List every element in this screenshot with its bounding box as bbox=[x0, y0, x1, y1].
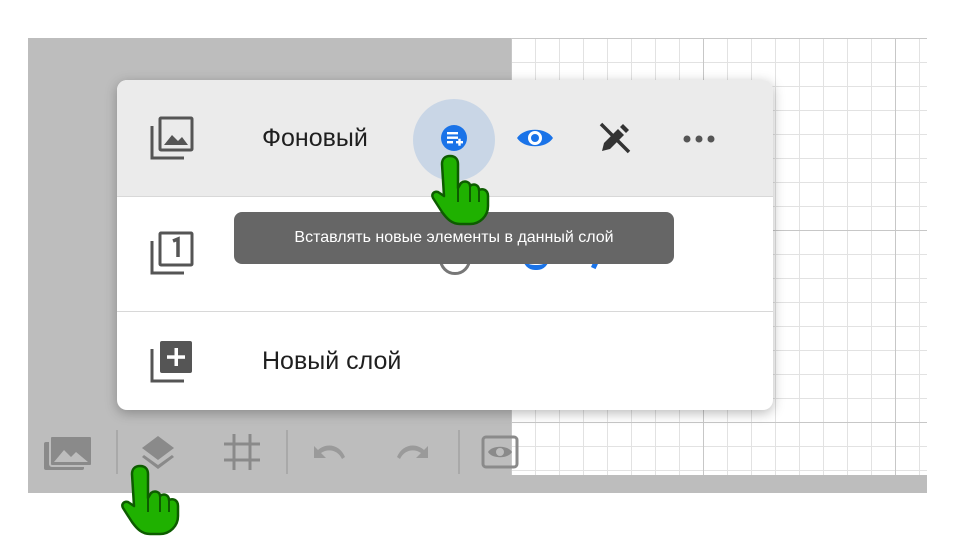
background-layer-icon bbox=[147, 113, 197, 163]
redo-button[interactable] bbox=[394, 434, 434, 474]
redo-icon bbox=[394, 432, 434, 477]
new-layer-label: Новый слой bbox=[262, 347, 402, 375]
lock-edit-icon bbox=[598, 121, 632, 160]
new-layer-row[interactable]: Новый слой bbox=[117, 312, 773, 410]
pointer-hand-icon bbox=[430, 152, 496, 233]
visibility-eye-icon bbox=[515, 124, 555, 157]
undo-button[interactable] bbox=[308, 434, 348, 474]
layer-1-icon bbox=[147, 228, 197, 278]
add-layer-icon bbox=[147, 336, 197, 386]
toolbar-separator bbox=[458, 430, 460, 474]
more-options-button[interactable] bbox=[677, 118, 721, 162]
bottom-toolbar bbox=[28, 420, 519, 493]
toolbar-separator bbox=[116, 430, 118, 474]
backgrounds-button[interactable] bbox=[44, 434, 93, 474]
lock-edit-button[interactable] bbox=[593, 118, 637, 162]
preview-icon bbox=[480, 432, 520, 477]
visibility-button[interactable] bbox=[513, 118, 557, 162]
toolbar-separator bbox=[286, 430, 288, 474]
backgrounds-icon bbox=[42, 432, 94, 477]
layer-name: Фоновый bbox=[262, 124, 368, 152]
grid-button[interactable] bbox=[222, 432, 262, 477]
undo-icon bbox=[308, 432, 348, 477]
more-options-icon bbox=[682, 131, 716, 149]
preview-button[interactable] bbox=[480, 434, 520, 474]
pointer-hand-icon bbox=[120, 462, 186, 543]
grid-icon bbox=[222, 432, 262, 477]
